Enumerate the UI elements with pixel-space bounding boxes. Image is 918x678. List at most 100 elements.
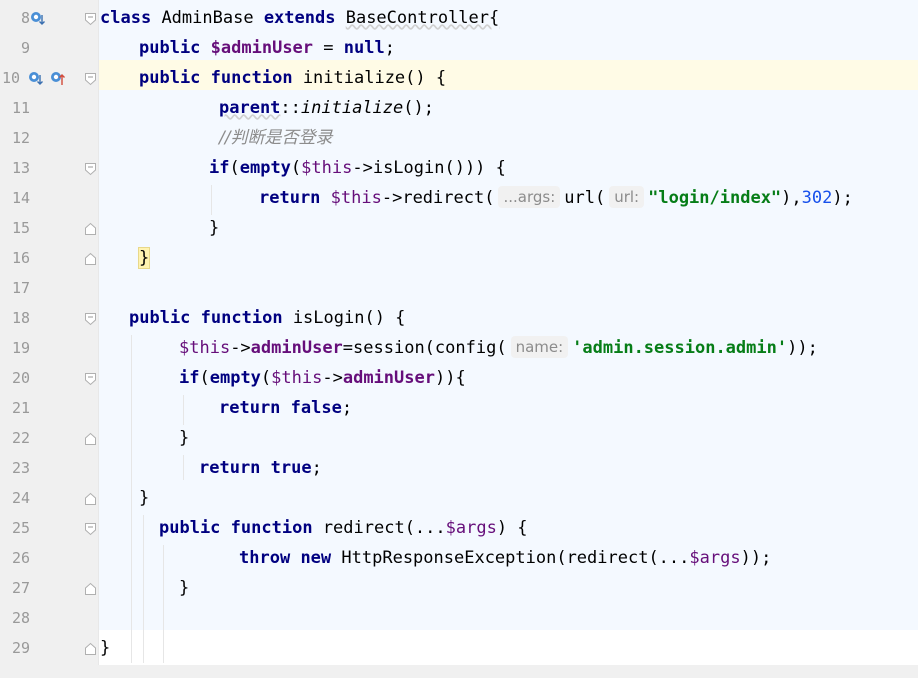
code-line[interactable]: 17 [0, 273, 918, 303]
punctuation: :: [280, 98, 301, 118]
code-line[interactable]: 10 public function initialize() { [0, 63, 918, 93]
code-text[interactable]: } [179, 423, 189, 453]
code-line[interactable]: 15 } [0, 213, 918, 243]
code-line[interactable]: 18 public function isLogin() { [0, 303, 918, 333]
code-text[interactable]: class AdminBase extends BaseController{ [100, 3, 499, 33]
line-number: 17 [11, 279, 30, 297]
line-number: 16 [11, 249, 30, 267]
fold-end-icon[interactable] [84, 581, 97, 595]
fold-end-icon[interactable] [84, 491, 97, 505]
code-line[interactable]: 21 return false; [0, 393, 918, 423]
code-text[interactable]: return true; [199, 453, 322, 483]
code-text[interactable]: } [139, 483, 149, 513]
line-number: 19 [11, 339, 30, 357]
punctuation: (); [403, 98, 434, 118]
keyword: true [270, 458, 312, 478]
line-number: 12 [11, 129, 30, 147]
line-number: 10 [1, 69, 20, 87]
code-text[interactable]: parent::initialize(); [219, 93, 434, 123]
variable: $this [301, 158, 353, 178]
code-editor[interactable]: 8 class AdminBase extends BaseController… [0, 0, 918, 678]
implements-down-icon[interactable] [30, 11, 45, 26]
line-number: 13 [11, 159, 30, 177]
keyword: return [259, 188, 321, 208]
comment[interactable]: //判断是否登录 [219, 123, 332, 153]
code-line[interactable]: 28 [0, 603, 918, 633]
code-line[interactable]: 11 parent::initialize(); [0, 93, 918, 123]
operator: = [313, 38, 344, 58]
overrides-up-icon[interactable] [50, 71, 65, 86]
punctuation: ( [290, 158, 302, 178]
punctuation: ; [384, 38, 395, 58]
code-text[interactable]: return $this->redirect(...args: url(url: "… [259, 183, 853, 213]
line-number: 18 [11, 309, 30, 327]
fold-end-icon[interactable] [84, 641, 97, 655]
fold-marker-icon[interactable] [84, 161, 97, 176]
code-text[interactable]: public function redirect(...$args) { [159, 513, 528, 543]
operator: -> [230, 338, 251, 358]
variable: $args [689, 548, 741, 568]
keyword: return [199, 458, 261, 478]
punctuation: } [100, 638, 111, 658]
punctuation: } [179, 428, 190, 448]
fold-marker-icon[interactable] [84, 11, 97, 26]
code-text[interactable]: public function initialize() { [139, 63, 446, 93]
line-number: 25 [11, 519, 30, 537]
variable: $this [271, 368, 323, 388]
line-number: 20 [11, 369, 30, 387]
code-text[interactable]: if(empty($this->adminUser)){ [179, 363, 466, 393]
code-text[interactable]: } [209, 213, 219, 243]
parameter-hint: url: [609, 186, 645, 208]
line-number: 9 [20, 39, 30, 57]
keyword: function [200, 308, 283, 328]
code-line[interactable]: 24 } [0, 483, 918, 513]
code-line[interactable]: 9 public $adminUser = null; [0, 33, 918, 63]
code-line[interactable]: 29 } [0, 633, 918, 663]
code-text[interactable]: $this->adminUser=session(config(name:'ad… [179, 333, 818, 363]
code-line[interactable]: 8 class AdminBase extends BaseController… [0, 3, 918, 33]
fold-end-icon[interactable] [84, 251, 97, 265]
code-line[interactable]: 14 return $this->redirect(...args: url(ur… [0, 183, 918, 213]
fold-marker-icon[interactable] [84, 71, 97, 86]
base-class-name: BaseController{ [345, 8, 500, 28]
line-number: 14 [11, 189, 30, 207]
operator: -> [322, 368, 343, 388]
code-line[interactable]: 20 if(empty($this->adminUser)){ [0, 363, 918, 393]
implements-down-icon[interactable] [28, 71, 43, 86]
function-call: url( [564, 188, 606, 208]
code-line[interactable]: 25 public function redirect(...$args) { [0, 513, 918, 543]
punctuation: ; [341, 398, 353, 418]
code-text[interactable]: public function isLogin() { [129, 303, 405, 333]
code-text[interactable]: throw new HttpResponseException(redirect… [239, 543, 771, 573]
punctuation: } [209, 218, 220, 238]
fold-end-icon[interactable] [84, 431, 97, 445]
code-line[interactable]: 27 } [0, 573, 918, 603]
code-line[interactable]: 19 $this->adminUser=session(config(name:… [0, 333, 918, 363]
code-text[interactable]: public $adminUser = null; [139, 33, 395, 63]
punctuation: } [179, 578, 190, 598]
variable: $this [179, 338, 231, 358]
code-text[interactable]: } [100, 633, 110, 663]
class-name: AdminBase [161, 8, 254, 28]
code-line[interactable]: 12 //判断是否登录 [0, 123, 918, 153]
code-text[interactable]: } [179, 573, 189, 603]
variable: $this [330, 188, 382, 208]
fold-marker-icon[interactable] [84, 521, 97, 536]
editor-bottom-strip [0, 665, 918, 678]
code-text[interactable]: } [137, 243, 151, 273]
keyword: empty [209, 368, 261, 388]
code-line[interactable]: 23 return true; [0, 453, 918, 483]
fold-end-icon[interactable] [84, 221, 97, 235]
code-line[interactable]: 13 if(empty($this->isLogin())) { [0, 153, 918, 183]
code-line[interactable]: 26 throw new HttpResponseException(redir… [0, 543, 918, 573]
string-literal: 'admin.session.admin' [572, 338, 788, 358]
code-text[interactable]: if(empty($this->isLogin())) { [209, 153, 506, 183]
fold-marker-icon[interactable] [84, 311, 97, 326]
punctuation: )); [787, 338, 818, 358]
fold-marker-icon[interactable] [84, 371, 97, 386]
punctuation: ); [832, 188, 853, 208]
code-text[interactable]: return false; [219, 393, 352, 423]
line-number: 27 [11, 579, 30, 597]
code-line[interactable]: 22 } [0, 423, 918, 453]
code-line[interactable]: 16 } [0, 243, 918, 273]
